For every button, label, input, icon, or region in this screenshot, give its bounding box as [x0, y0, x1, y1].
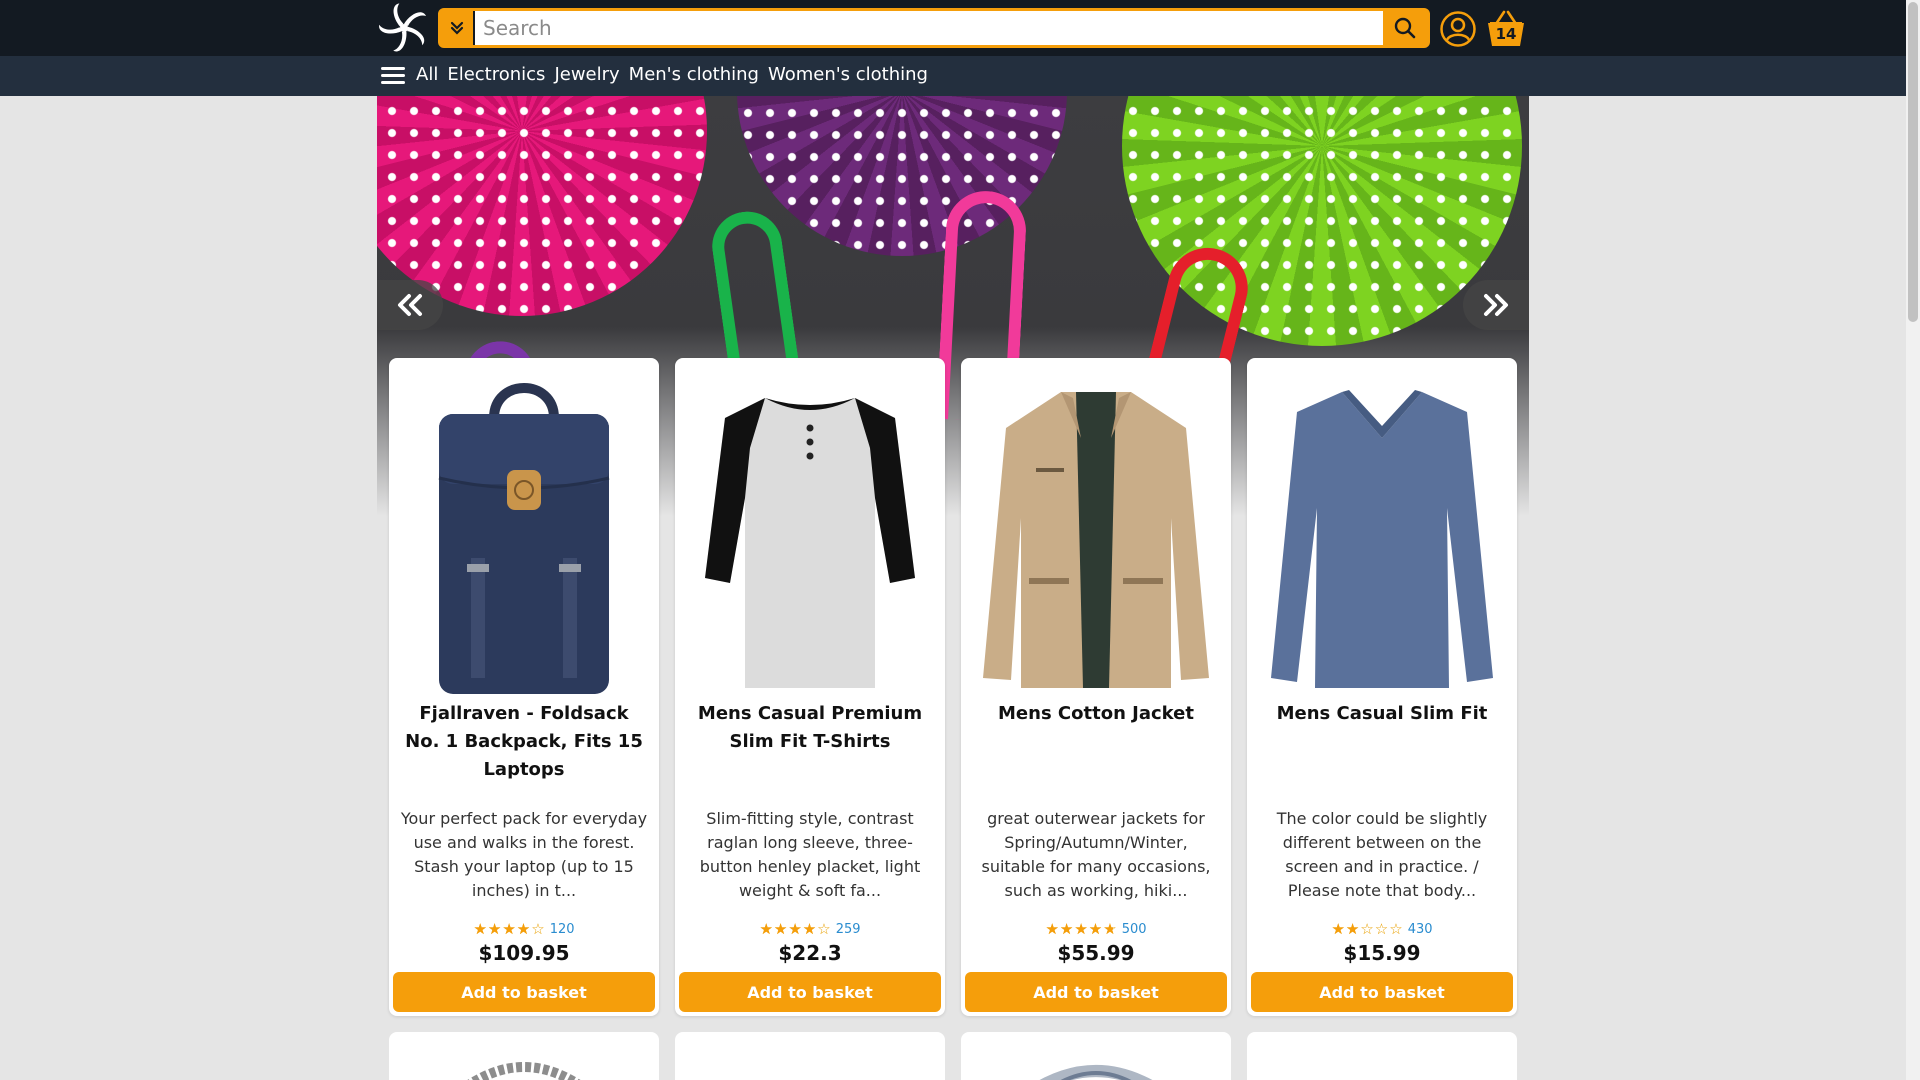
product-title[interactable]: Mens Casual Premium Slim Fit T-Shirts [687, 700, 933, 756]
carousel-next-button[interactable] [1463, 280, 1529, 330]
product-title[interactable]: Mens Cotton Jacket [973, 700, 1219, 728]
add-to-basket-button[interactable]: Add to basket [965, 972, 1227, 1012]
product-card: Mens Casual Premium Slim Fit T-Shirts Sl… [675, 358, 945, 1016]
product-image-bracelet[interactable] [389, 1032, 659, 1080]
product-description: Slim-fitting style, contrast raglan long… [699, 809, 921, 900]
product-card [1247, 1032, 1517, 1080]
product-description: The color could be slightly different be… [1276, 809, 1488, 900]
rating-count[interactable]: 500 [1122, 922, 1147, 937]
product-title[interactable]: Fjallraven - Foldsack No. 1 Backpack, Fi… [401, 700, 647, 784]
scrollbar-thumb[interactable] [1908, 2, 1918, 322]
chevron-double-down-icon [450, 21, 464, 35]
star-rating-icon: ☆☆☆☆☆★★★★★ [1331, 920, 1404, 938]
product-card [961, 1032, 1231, 1080]
nav-link-womens-clothing[interactable]: Women's clothing [768, 64, 928, 85]
basket-count-badge: 14 [1495, 25, 1517, 43]
search-button[interactable] [1383, 11, 1427, 45]
nav-link-jewelry[interactable]: Jewelry [554, 64, 619, 85]
nav-link-electronics[interactable]: Electronics [447, 64, 545, 85]
product-card: Mens Casual Slim Fit The color could be … [1247, 358, 1517, 1016]
product-image-backpack[interactable] [409, 378, 639, 698]
product-price: $22.3 [778, 941, 842, 965]
rating-count[interactable]: 430 [1408, 922, 1433, 937]
product-card: Mens Cotton Jacket great outerwear jacke… [961, 358, 1231, 1016]
product-rating: ☆☆☆☆☆★★★★★ 120 [389, 921, 659, 937]
top-header: 14 [0, 0, 1906, 56]
star-rating-icon: ☆☆☆☆☆★★★★★ [759, 920, 832, 938]
pinwheel-logo-icon[interactable] [378, 2, 430, 54]
nav-link-mens-clothing[interactable]: Men's clothing [629, 64, 759, 85]
star-rating-icon: ☆☆☆☆☆★★★★★ [473, 920, 546, 938]
search-icon [1394, 17, 1416, 39]
product-image-cotton-jacket[interactable] [981, 378, 1211, 698]
rating-count[interactable]: 259 [836, 922, 861, 937]
search-category-dropdown[interactable] [441, 11, 475, 45]
product-price: $55.99 [1057, 941, 1135, 965]
product-price: $109.95 [478, 941, 570, 965]
add-to-basket-button[interactable]: Add to basket [679, 972, 941, 1012]
product-description: Your perfect pack for everyday use and w… [400, 809, 648, 900]
product-card [675, 1032, 945, 1080]
product-image-slim-fit-long-sleeve[interactable] [1267, 378, 1497, 698]
product-description: great outerwear jackets for Spring/Autum… [981, 809, 1211, 900]
rating-count[interactable]: 120 [550, 922, 575, 937]
product-image-ring[interactable] [961, 1032, 1231, 1080]
product-rating: ☆☆☆☆☆★★★★★ 430 [1247, 921, 1517, 937]
search-bar [438, 8, 1430, 48]
product-title[interactable]: Mens Casual Slim Fit [1259, 700, 1505, 728]
page-scrollbar[interactable] [1906, 0, 1920, 1080]
hamburger-menu-icon[interactable] [381, 67, 405, 85]
user-circle-icon[interactable] [1439, 10, 1477, 48]
product-rating: ☆☆☆☆☆ ★★★★★ 500 [961, 921, 1231, 937]
double-chevron-left-icon [398, 294, 422, 316]
double-chevron-right-icon [1484, 294, 1508, 316]
nav-link-all[interactable]: All [416, 64, 438, 85]
add-to-basket-button[interactable]: Add to basket [1251, 972, 1513, 1012]
product-rating: ☆☆☆☆☆★★★★★ 259 [675, 921, 945, 937]
add-to-basket-button[interactable]: Add to basket [393, 972, 655, 1012]
category-nav: All Electronics Jewelry Men's clothing W… [0, 56, 1906, 96]
product-card [389, 1032, 659, 1080]
product-price: $15.99 [1343, 941, 1421, 965]
carousel-prev-button[interactable] [377, 280, 443, 330]
product-card: Fjallraven - Foldsack No. 1 Backpack, Fi… [389, 358, 659, 1016]
product-image-henley-tshirt[interactable] [695, 378, 925, 698]
search-input[interactable] [483, 13, 1303, 43]
star-rating-icon: ☆☆☆☆☆★★★★★ [1045, 920, 1118, 938]
